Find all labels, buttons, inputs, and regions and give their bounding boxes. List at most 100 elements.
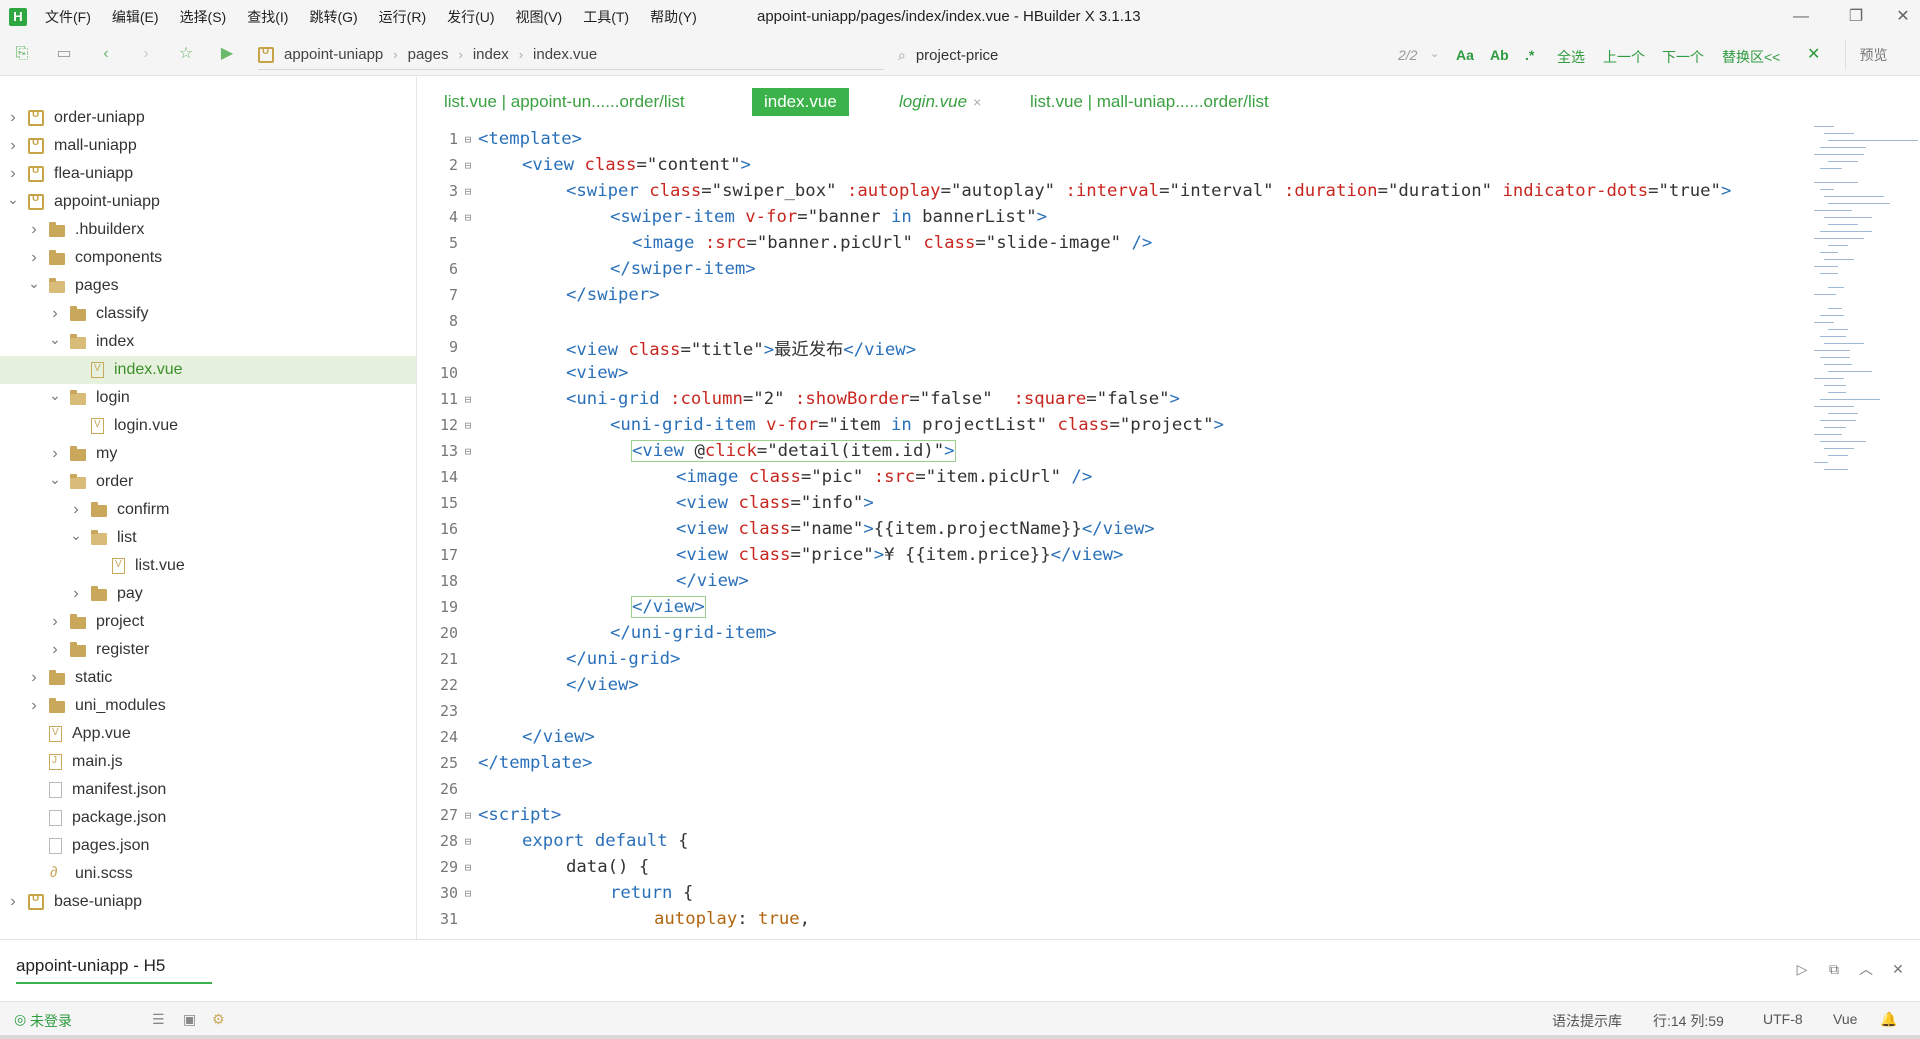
- encoding[interactable]: UTF-8: [1763, 1011, 1803, 1027]
- console-tab[interactable]: appoint-uniapp - H5: [16, 956, 212, 984]
- login-status[interactable]: 未登录: [30, 1011, 72, 1031]
- tree-item[interactable]: › my: [0, 440, 416, 468]
- plugin-icon[interactable]: ⚙: [212, 1011, 225, 1028]
- match-case-icon[interactable]: Aa: [1456, 47, 1474, 63]
- preview-button[interactable]: 预览: [1845, 40, 1901, 70]
- tree-item[interactable]: list.vue: [0, 552, 416, 580]
- tree-item[interactable]: › flea-uniapp: [0, 160, 416, 188]
- tree-item[interactable]: pages.json: [0, 832, 416, 860]
- code-line[interactable]: 13 ⊟ <view @click="detail(item.id)">: [418, 438, 1810, 464]
- regex-icon[interactable]: .*: [1525, 47, 1534, 63]
- code-line[interactable]: 27 ⊟ <script>: [418, 802, 1810, 828]
- tree-item[interactable]: ⌄ login: [0, 384, 416, 412]
- tree-item[interactable]: uni.scss: [0, 860, 416, 888]
- chevron-right-icon[interactable]: ›: [48, 305, 62, 323]
- chevron-right-icon[interactable]: ›: [69, 585, 83, 603]
- tree-item[interactable]: › base-uniapp: [0, 888, 416, 916]
- breadcrumb-pages[interactable]: pages: [408, 46, 449, 63]
- tree-item[interactable]: › project: [0, 608, 416, 636]
- menu-goto[interactable]: 跳转(G): [309, 7, 357, 27]
- open-external-icon[interactable]: ⧉: [1823, 958, 1845, 980]
- fold-icon[interactable]: ⊟: [458, 393, 478, 406]
- menu-tools[interactable]: 工具(T): [583, 7, 629, 27]
- search-input[interactable]: project-price: [916, 47, 999, 64]
- chevron-down-icon[interactable]: ⌄: [27, 275, 41, 292]
- code-line[interactable]: 23: [418, 698, 1810, 724]
- code-line[interactable]: 20 </uni-grid-item>: [418, 620, 1810, 646]
- breadcrumb-file[interactable]: index.vue: [533, 46, 597, 63]
- save-icon[interactable]: ▭: [54, 44, 74, 64]
- tree-item[interactable]: › uni_modules: [0, 692, 416, 720]
- image-icon[interactable]: ▣: [183, 1011, 196, 1028]
- tab-login-vue[interactable]: login.vue ×: [899, 88, 981, 116]
- select-all-button[interactable]: 全选: [1557, 47, 1585, 67]
- chevron-right-icon[interactable]: ›: [27, 697, 41, 715]
- code-line[interactable]: 1 ⊟ <template>: [418, 126, 1810, 152]
- fold-icon[interactable]: ⊟: [458, 185, 478, 198]
- fold-icon[interactable]: ⊟: [458, 887, 478, 900]
- maximize-icon[interactable]: ❐: [1843, 4, 1869, 30]
- run-icon[interactable]: ▷: [1791, 958, 1813, 980]
- chevron-right-icon[interactable]: ›: [69, 501, 83, 519]
- tree-item[interactable]: package.json: [0, 804, 416, 832]
- menu-edit[interactable]: 编辑(E): [112, 7, 159, 27]
- code-line[interactable]: 19 </view>: [418, 594, 1810, 620]
- fold-icon[interactable]: ⊟: [458, 419, 478, 432]
- fold-icon[interactable]: ⊟: [458, 861, 478, 874]
- whole-word-icon[interactable]: Ab: [1490, 47, 1509, 63]
- forward-icon[interactable]: ›: [136, 44, 156, 64]
- replace-toggle-button[interactable]: 替换区<<: [1722, 47, 1780, 67]
- code-line[interactable]: 17 <view class="price">¥ {{item.price}}</…: [418, 542, 1810, 568]
- code-line[interactable]: 24 </view>: [418, 724, 1810, 750]
- close-panel-icon[interactable]: ✕: [1887, 958, 1909, 980]
- favorite-star-icon[interactable]: ☆: [176, 44, 196, 64]
- tree-item[interactable]: › components: [0, 244, 416, 272]
- code-line[interactable]: 22 </view>: [418, 672, 1810, 698]
- tree-item[interactable]: › classify: [0, 300, 416, 328]
- chevron-right-icon[interactable]: ›: [6, 165, 20, 183]
- tree-item[interactable]: › mall-uniapp: [0, 132, 416, 160]
- breadcrumb-index[interactable]: index: [473, 46, 509, 63]
- breadcrumb-project[interactable]: appoint-uniapp: [284, 46, 383, 63]
- code-line[interactable]: 16 <view class="name">{{item.projectName}…: [418, 516, 1810, 542]
- close-tab-icon[interactable]: ×: [973, 94, 981, 110]
- tree-item[interactable]: ⌄ list: [0, 524, 416, 552]
- tree-item[interactable]: manifest.json: [0, 776, 416, 804]
- chevron-down-icon[interactable]: ⌄: [48, 387, 62, 404]
- fold-icon[interactable]: ⊟: [458, 835, 478, 848]
- code-line[interactable]: 12 ⊟ <uni-grid-item v-for="item in project…: [418, 412, 1810, 438]
- code-line[interactable]: 3 ⊟ <swiper class="swiper_box" :autoplay="…: [418, 178, 1810, 204]
- code-line[interactable]: 6 </swiper-item>: [418, 256, 1810, 282]
- code-line[interactable]: 14 <image class="pic" :src="item.picUrl" …: [418, 464, 1810, 490]
- tree-item[interactable]: › order-uniapp: [0, 104, 416, 132]
- tree-item[interactable]: main.js: [0, 748, 416, 776]
- chevron-down-icon[interactable]: ⌄: [1430, 47, 1439, 60]
- chevron-right-icon[interactable]: ›: [6, 109, 20, 127]
- find-next-button[interactable]: 下一个: [1662, 47, 1704, 67]
- tree-item[interactable]: ⌄ index: [0, 328, 416, 356]
- chevron-down-icon[interactable]: ⌄: [48, 331, 62, 348]
- chevron-right-icon[interactable]: ›: [48, 445, 62, 463]
- chevron-right-icon[interactable]: ›: [6, 137, 20, 155]
- code-line[interactable]: 11 ⊟ <uni-grid :column="2" :showBorder="fa…: [418, 386, 1810, 412]
- tab-list-mall[interactable]: list.vue | mall-uniap......order/list: [1030, 88, 1269, 116]
- code-line[interactable]: 5 <image :src="banner.picUrl" class="slid…: [418, 230, 1810, 256]
- chevron-down-icon[interactable]: ⌄: [69, 527, 83, 544]
- language-mode[interactable]: Vue: [1833, 1011, 1857, 1027]
- find-previous-button[interactable]: 上一个: [1603, 47, 1645, 67]
- tab-list-appoint[interactable]: list.vue | appoint-un......order/list: [444, 88, 685, 116]
- menu-run[interactable]: 运行(R): [379, 7, 426, 27]
- run-icon[interactable]: ▶: [217, 44, 237, 64]
- code-line[interactable]: 2 ⊟ <view class="content">: [418, 152, 1810, 178]
- code-line[interactable]: 31 autoplay: true,: [418, 906, 1810, 932]
- chevron-down-icon[interactable]: ⌄: [48, 471, 62, 488]
- tree-item[interactable]: › register: [0, 636, 416, 664]
- code-line[interactable]: 25 </template>: [418, 750, 1810, 776]
- code-line[interactable]: 21 </uni-grid>: [418, 646, 1810, 672]
- chevron-up-icon[interactable]: ︿: [1855, 958, 1877, 980]
- menu-view[interactable]: 视图(V): [516, 7, 563, 27]
- menu-help[interactable]: 帮助(Y): [650, 7, 697, 27]
- chevron-right-icon[interactable]: ›: [6, 893, 20, 911]
- code-line[interactable]: 26: [418, 776, 1810, 802]
- code-line[interactable]: 18 </view>: [418, 568, 1810, 594]
